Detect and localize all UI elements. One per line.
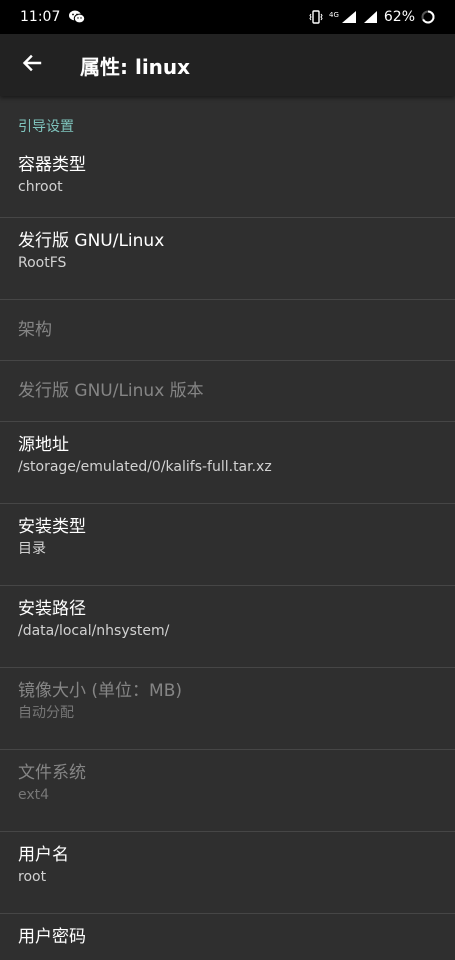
pref-title: 用户密码 (18, 927, 86, 947)
pref-summary: root (18, 869, 47, 885)
section-header: 引导设置 (18, 119, 74, 135)
back-button[interactable] (0, 34, 64, 96)
pref-summary: ext4 (18, 787, 50, 803)
pref-title: 安装类型 (18, 517, 86, 537)
status-time: 11:07 (20, 9, 61, 25)
vibrate-icon (309, 10, 323, 24)
pref-title: 用户名 (18, 845, 69, 865)
pref-source-address[interactable]: 源地址 /storage/emulated/0/kalifs-full.tar.… (0, 422, 455, 504)
wechat-icon (69, 10, 86, 24)
pref-install-path[interactable]: 安装路径 /data/local/nhsystem/ (0, 586, 455, 668)
pref-title: 镜像大小 (单位：MB) (18, 681, 182, 701)
battery-percent: 62% (383, 9, 415, 25)
page-title: 属性: linux (80, 54, 191, 79)
battery-icon (421, 10, 435, 24)
pref-title: 发行版 GNU/Linux 版本 (18, 381, 204, 401)
pref-summary: RootFS (18, 255, 67, 271)
pref-username[interactable]: 用户名 root (0, 832, 455, 914)
pref-title: 文件系统 (18, 763, 86, 783)
signal-icon (341, 10, 357, 24)
status-left: 11:07 (20, 9, 86, 25)
pref-title: 发行版 GNU/Linux (18, 231, 165, 251)
app-bar: 属性: linux (0, 34, 455, 96)
pref-summary: 目录 (18, 541, 46, 557)
pref-user-password[interactable]: 用户密码 (0, 914, 455, 960)
signal-icon (363, 10, 378, 24)
pref-distro-version: 发行版 GNU/Linux 版本 (0, 361, 455, 422)
arrow-back-icon (22, 53, 42, 77)
pref-summary: chroot (18, 179, 63, 195)
pref-filesystem: 文件系统 ext4 (0, 750, 455, 832)
pref-title: 架构 (18, 320, 52, 340)
pref-architecture: 架构 (0, 300, 455, 361)
pref-title: 源地址 (18, 435, 69, 455)
pref-summary: 自动分配 (18, 705, 74, 721)
pref-summary: /data/local/nhsystem/ (18, 623, 170, 639)
pref-summary: /storage/emulated/0/kalifs-full.tar.xz (18, 459, 272, 475)
pref-distro[interactable]: 发行版 GNU/Linux RootFS (0, 218, 455, 300)
pref-title: 安装路径 (18, 599, 86, 619)
pref-title: 容器类型 (18, 155, 86, 175)
pref-container-type[interactable]: 容器类型 chroot (0, 142, 455, 218)
network-type: 4G (328, 11, 339, 19)
status-right: 4G 62% (309, 9, 435, 25)
pref-image-size: 镜像大小 (单位：MB) 自动分配 (0, 668, 455, 750)
preferences-list[interactable]: 引导设置 容器类型 chroot 发行版 GNU/Linux RootFS 架构… (0, 96, 455, 960)
pref-install-type[interactable]: 安装类型 目录 (0, 504, 455, 586)
status-bar: 11:07 4G 62% (0, 0, 455, 34)
